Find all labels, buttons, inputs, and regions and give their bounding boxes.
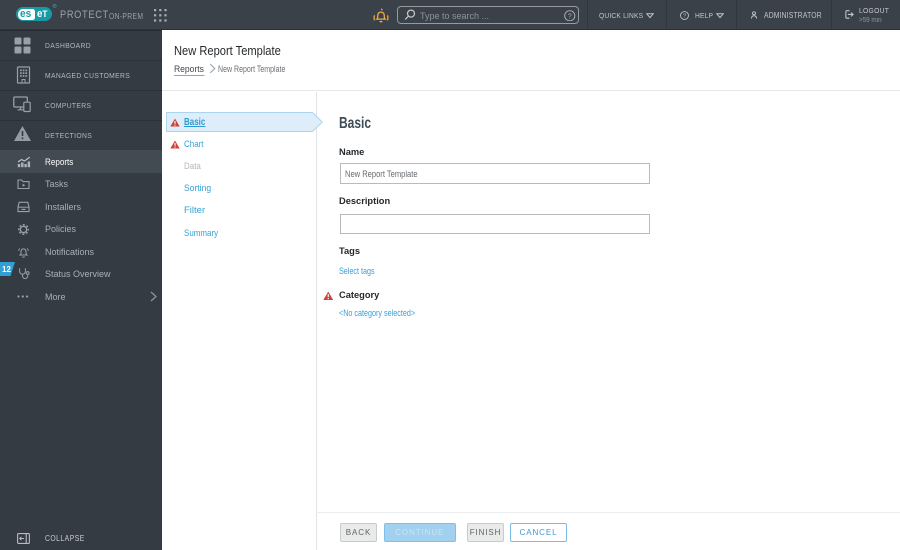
svg-text:?: ? xyxy=(568,12,572,20)
svg-text:?: ? xyxy=(683,14,686,20)
